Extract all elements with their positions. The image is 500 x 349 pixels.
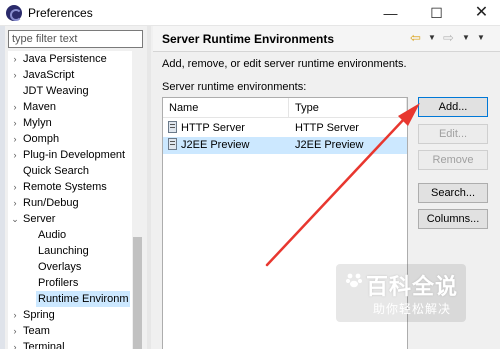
- tree-item-label: Terminal: [23, 341, 65, 349]
- tree-item-label: Plug-in Development: [23, 149, 126, 161]
- tree-item-label: Server: [23, 213, 56, 225]
- tree-scrollbar-thumb[interactable]: [133, 237, 142, 349]
- tree-item-label: Quick Search: [23, 165, 90, 177]
- tree-item-java-persistence[interactable]: › Java Persistence: [8, 51, 132, 67]
- eclipse-logo-icon: [6, 5, 22, 21]
- expand-arrow-icon[interactable]: ›: [10, 115, 20, 131]
- tree-item-label: Launching: [38, 245, 89, 257]
- tree-item-label: JavaScript: [23, 69, 75, 81]
- tree-item-server[interactable]: ⌄ Server: [8, 211, 132, 227]
- column-header-type[interactable]: Type: [289, 98, 407, 118]
- tree-item-label: Remote Systems: [23, 181, 107, 193]
- tree-item-overlays[interactable]: Overlays: [8, 259, 132, 275]
- tree-item-quick-search[interactable]: Quick Search: [8, 163, 132, 179]
- edit-button[interactable]: Edit...: [418, 124, 488, 144]
- remove-button[interactable]: Remove: [418, 150, 488, 170]
- cell-name: HTTP Server: [168, 120, 245, 137]
- table-row[interactable]: HTTP Server HTTP Server: [163, 120, 407, 137]
- tree-item-terminal[interactable]: › Terminal: [8, 339, 132, 349]
- tree-item-team[interactable]: › Team: [8, 323, 132, 339]
- page-title: Server Runtime Environments: [162, 32, 335, 46]
- tree-item-spring[interactable]: › Spring: [8, 307, 132, 323]
- tree-item-label: Oomph: [23, 133, 60, 145]
- tree-item-mylyn[interactable]: › Mylyn: [8, 115, 132, 131]
- collapse-arrow-icon[interactable]: ⌄: [10, 211, 20, 227]
- search-button[interactable]: Search...: [418, 183, 488, 203]
- tree-item-remote-systems[interactable]: › Remote Systems: [8, 179, 132, 195]
- minimize-button[interactable]: —: [368, 0, 413, 26]
- expand-arrow-icon[interactable]: ›: [10, 147, 20, 163]
- add-button[interactable]: Add...: [418, 97, 488, 117]
- tree-item-label: Java Persistence: [23, 53, 107, 65]
- window-title: Preferences: [28, 6, 93, 20]
- tree-item-label: Mylyn: [23, 117, 52, 129]
- tree-item-jdt-weaving[interactable]: JDT Weaving: [8, 83, 132, 99]
- tree-item-label: Overlays: [38, 261, 82, 273]
- expand-arrow-icon[interactable]: ›: [10, 339, 20, 349]
- tree-item-audio[interactable]: Audio: [8, 227, 132, 243]
- maximize-button[interactable]: ☐: [414, 0, 459, 26]
- tree-item-label: JDT Weaving: [23, 85, 89, 97]
- title-bar: Preferences — ☐ ✕: [0, 0, 500, 26]
- close-button[interactable]: ✕: [459, 0, 500, 26]
- watermark-subtitle: 助你轻松解决: [373, 302, 452, 316]
- cell-name: J2EE Preview: [168, 137, 249, 154]
- back-dropdown-icon[interactable]: ▼: [428, 33, 436, 42]
- columns-button[interactable]: Columns...: [418, 209, 488, 229]
- server-icon: [168, 121, 177, 133]
- tree-item-maven[interactable]: › Maven: [8, 99, 132, 115]
- expand-arrow-icon[interactable]: ›: [10, 307, 20, 323]
- filter-input[interactable]: type filter text: [8, 30, 143, 48]
- expand-arrow-icon[interactable]: ›: [10, 67, 20, 83]
- tree-item-label: Profilers: [38, 277, 79, 289]
- tree-item-label: Team: [23, 325, 50, 337]
- tree-item-label: Runtime Environm: [36, 291, 131, 307]
- tree-item-plugin-development[interactable]: › Plug-in Development: [8, 147, 132, 163]
- runtime-name: HTTP Server: [181, 122, 245, 134]
- server-icon: [168, 138, 177, 150]
- expand-arrow-icon[interactable]: ›: [10, 131, 20, 147]
- tree-item-label: Audio: [38, 229, 67, 241]
- runtime-name: J2EE Preview: [181, 139, 250, 151]
- back-arrow-icon[interactable]: ⇦: [410, 30, 421, 46]
- tree-item-launching[interactable]: Launching: [8, 243, 132, 259]
- tree-item-label: Maven: [23, 101, 57, 113]
- tree-item-runtime-environments[interactable]: Runtime Environm: [8, 291, 132, 307]
- expand-arrow-icon[interactable]: ›: [10, 99, 20, 115]
- table-row[interactable]: J2EE Preview J2EE Preview: [163, 137, 407, 154]
- column-header-name[interactable]: Name: [163, 98, 289, 118]
- tree-item-javascript[interactable]: › JavaScript: [8, 67, 132, 83]
- forward-arrow-icon[interactable]: ⇨: [443, 30, 454, 46]
- tree-item-label: Run/Debug: [23, 197, 79, 209]
- expand-arrow-icon[interactable]: ›: [10, 51, 20, 67]
- view-menu-icon[interactable]: ▼: [477, 33, 485, 42]
- expand-arrow-icon[interactable]: ›: [10, 179, 20, 195]
- expand-arrow-icon[interactable]: ›: [10, 195, 20, 211]
- page-description: Add, remove, or edit server runtime envi…: [162, 58, 407, 70]
- runtime-type: HTTP Server: [295, 122, 359, 134]
- tree-item-run-debug[interactable]: › Run/Debug: [8, 195, 132, 211]
- tree-item-label: Spring: [23, 309, 55, 321]
- forward-dropdown-icon[interactable]: ▼: [462, 33, 470, 42]
- tree-item-oomph[interactable]: › Oomph: [8, 131, 132, 147]
- runtime-type: J2EE Preview: [295, 139, 364, 151]
- watermark-title: 百科全说: [366, 274, 459, 299]
- tree-item-profilers[interactable]: Profilers: [8, 275, 132, 291]
- runtime-list-label: Server runtime environments:: [162, 81, 307, 93]
- tree-scrollbar[interactable]: [132, 51, 143, 349]
- watermark-logo-icon: [346, 273, 362, 288]
- preferences-tree: › Java Persistence › JavaScript JDT Weav…: [8, 51, 132, 349]
- expand-arrow-icon[interactable]: ›: [10, 323, 20, 339]
